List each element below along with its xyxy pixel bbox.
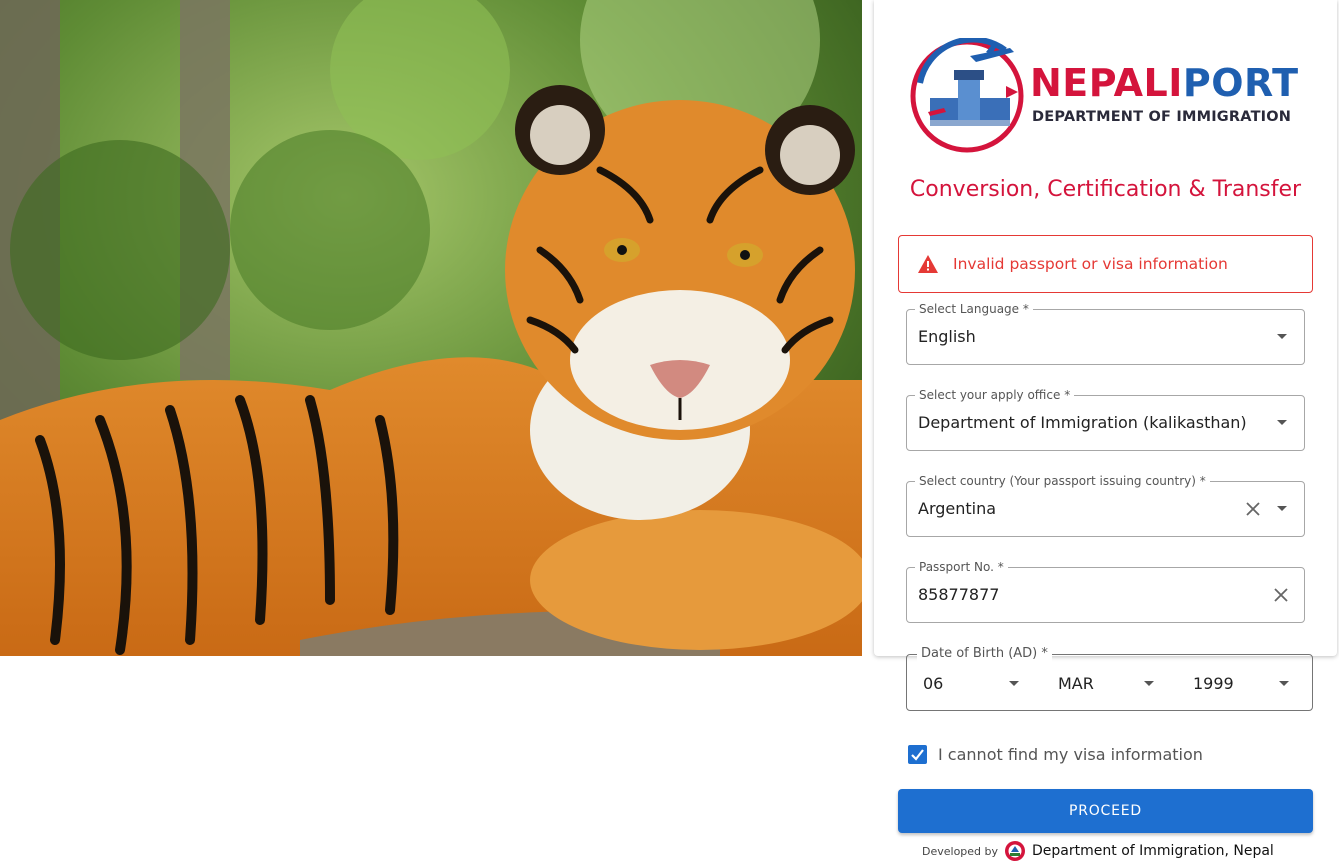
chevron-down-icon[interactable] xyxy=(1277,420,1287,425)
check-icon xyxy=(911,749,924,761)
developer-org: Department of Immigration, Nepal xyxy=(1032,843,1274,859)
passport-number-input[interactable]: Passport No. * 85877877 xyxy=(906,559,1305,623)
proceed-button[interactable]: PROCEED xyxy=(898,789,1313,833)
error-alert: Invalid passport or visa information xyxy=(898,235,1313,293)
apply-office-value: Department of Immigration (kalikasthan) xyxy=(918,413,1247,432)
brand-part2: PORT xyxy=(1182,61,1299,105)
hero-tiger-image xyxy=(0,0,862,656)
brand-subtitle: DEPARTMENT OF IMMIGRATION xyxy=(1032,109,1292,125)
apply-office-select[interactable]: Select your apply office * Department of… xyxy=(906,387,1305,451)
page-title: Conversion, Certification & Transfer xyxy=(909,177,1302,202)
page: NEPALIPORT DEPARTMENT OF IMMIGRATION Con… xyxy=(0,0,1339,863)
clear-icon[interactable] xyxy=(1244,500,1262,518)
language-value: English xyxy=(918,327,976,346)
nepaliport-logo: NEPALIPORT DEPARTMENT OF IMMIGRATION xyxy=(910,36,1300,153)
visa-not-found-checkbox[interactable] xyxy=(908,745,927,764)
language-select[interactable]: Select Language * English xyxy=(906,301,1305,365)
brand-part1: NEPALI xyxy=(1030,61,1183,105)
chevron-down-icon[interactable] xyxy=(1277,506,1287,511)
passport-value: 85877877 xyxy=(918,585,1000,604)
warning-icon xyxy=(918,255,938,273)
country-select[interactable]: Select country (Your passport issuing co… xyxy=(906,473,1305,537)
visa-not-found-checkbox-row[interactable]: I cannot find my visa information xyxy=(908,745,1203,764)
chevron-down-icon[interactable] xyxy=(1279,681,1289,686)
airport-emblem-icon xyxy=(910,36,1024,153)
language-label: Select Language * xyxy=(915,301,1033,317)
country-value: Argentina xyxy=(918,499,997,518)
country-label: Select country (Your passport issuing co… xyxy=(915,473,1210,489)
chevron-down-icon[interactable] xyxy=(1009,681,1019,686)
developed-by-text: Developed by xyxy=(922,844,999,858)
dob-month-select[interactable]: MAR xyxy=(1058,674,1094,693)
nepal-emblem-icon xyxy=(1005,841,1026,861)
error-message: Invalid passport or visa information xyxy=(953,255,1228,273)
chevron-down-icon[interactable] xyxy=(1277,334,1287,339)
visa-not-found-label: I cannot find my visa information xyxy=(938,745,1203,764)
dob-label: Date of Birth (AD) * xyxy=(917,646,1052,662)
dob-day-select[interactable]: 06 xyxy=(923,674,943,693)
apply-office-label: Select your apply office * xyxy=(915,387,1075,403)
date-of-birth-field: Date of Birth (AD) * 06 MAR 1999 xyxy=(906,646,1313,711)
clear-icon[interactable] xyxy=(1272,586,1290,604)
brand-wordmark: NEPALIPORT xyxy=(1030,64,1299,102)
chevron-down-icon[interactable] xyxy=(1144,681,1154,686)
passport-label: Passport No. * xyxy=(915,559,1008,575)
dob-year-select[interactable]: 1999 xyxy=(1193,674,1234,693)
footer: Developed by Department of Immigration, … xyxy=(922,840,1274,862)
